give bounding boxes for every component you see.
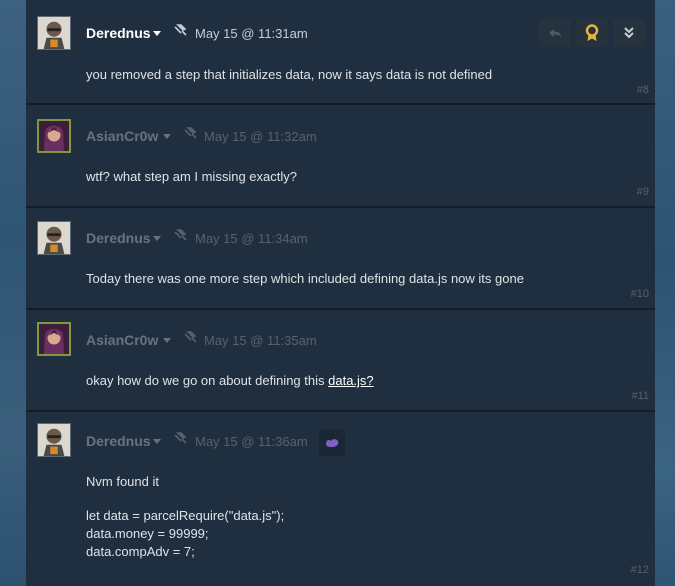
comment-text: okay how do we go on about defining this… — [86, 372, 374, 390]
avatar-image-icon — [39, 121, 69, 151]
avatar-image-icon — [38, 17, 70, 49]
comment: AsianCr0w May 15 @ 11:35am okay how do w… — [26, 310, 655, 412]
page-background-right — [655, 0, 675, 586]
comment-text: Nvm found it let data = parcelRequire("d… — [86, 473, 284, 561]
pin-icon — [174, 229, 187, 241]
comment-text: Today there was one more step which incl… — [86, 271, 524, 286]
avatar[interactable] — [37, 16, 71, 50]
comment-date: May 15 @ 11:31am — [195, 26, 308, 41]
caret-down-icon[interactable] — [153, 439, 161, 444]
pin-icon — [184, 331, 197, 343]
comment: Derednus May 15 @ 11:34am Today there wa… — [26, 208, 655, 310]
author-name[interactable]: Derednus — [86, 230, 151, 246]
comment-text: you removed a step that initializes data… — [86, 67, 493, 82]
avatar-image-icon — [38, 222, 70, 254]
comment-code-line: data.compAdv = 7; — [86, 544, 195, 559]
avatar[interactable] — [37, 119, 71, 153]
caret-down-icon[interactable] — [153, 31, 161, 36]
comment-number: #10 — [630, 288, 649, 300]
comment-line: Nvm found it — [86, 474, 159, 489]
avatar-image-icon — [39, 324, 69, 354]
comment-text-prefix: okay how do we go on about defining this — [86, 373, 329, 388]
pin-icon — [174, 432, 187, 444]
comment-date: May 15 @ 11:36am — [195, 434, 308, 449]
comment: Derednus May 15 @ 11:31am you removed a … — [26, 0, 655, 105]
comment-line — [86, 491, 284, 507]
caret-down-icon[interactable] — [153, 236, 161, 241]
comment-number: #11 — [631, 390, 649, 402]
comment-number: #9 — [636, 186, 649, 198]
comment-code-line: let data = parcelRequire("data.js"); — [86, 508, 285, 523]
author-name[interactable]: Derednus — [86, 433, 151, 449]
avatar[interactable] — [37, 423, 71, 457]
avatar[interactable] — [37, 221, 71, 255]
comment-date: May 15 @ 11:34am — [195, 231, 308, 246]
comment-date: May 15 @ 11:35am — [204, 333, 317, 348]
chevron-double-down-icon — [624, 27, 634, 39]
comment-text: wtf? what step am I missing exactly? — [86, 169, 297, 184]
award-icon — [585, 24, 599, 41]
author-name[interactable]: AsianCr0w — [86, 128, 158, 144]
avatar-image-icon — [38, 424, 70, 456]
comment-number: #12 — [630, 564, 649, 576]
data-js-link[interactable]: data.js? — [328, 373, 374, 388]
reply-icon — [549, 29, 561, 37]
emoticon-icon — [326, 439, 339, 447]
comment-code-line: data.money = 99999; — [86, 526, 209, 541]
comment: AsianCr0w May 15 @ 11:32am wtf? what ste… — [26, 105, 655, 208]
avatar[interactable] — [37, 322, 71, 356]
reply-button[interactable] — [539, 19, 571, 47]
comment-thread: Derednus May 15 @ 11:31am you removed a … — [26, 0, 655, 586]
author-name[interactable]: AsianCr0w — [86, 332, 158, 348]
page-background-left — [0, 0, 26, 586]
comment: Derednus May 15 @ 11:36am Nvm found it l… — [26, 412, 655, 586]
pin-icon — [174, 24, 187, 36]
comment-date: May 15 @ 11:32am — [204, 129, 317, 144]
comment-number: #8 — [636, 84, 649, 96]
award-button[interactable] — [576, 19, 608, 47]
author-name[interactable]: Derednus — [86, 25, 151, 41]
caret-down-icon[interactable] — [163, 338, 171, 343]
emoticon-badge — [319, 430, 345, 456]
caret-down-icon[interactable] — [163, 134, 171, 139]
pin-icon — [184, 127, 197, 139]
more-options-button[interactable] — [613, 19, 645, 47]
